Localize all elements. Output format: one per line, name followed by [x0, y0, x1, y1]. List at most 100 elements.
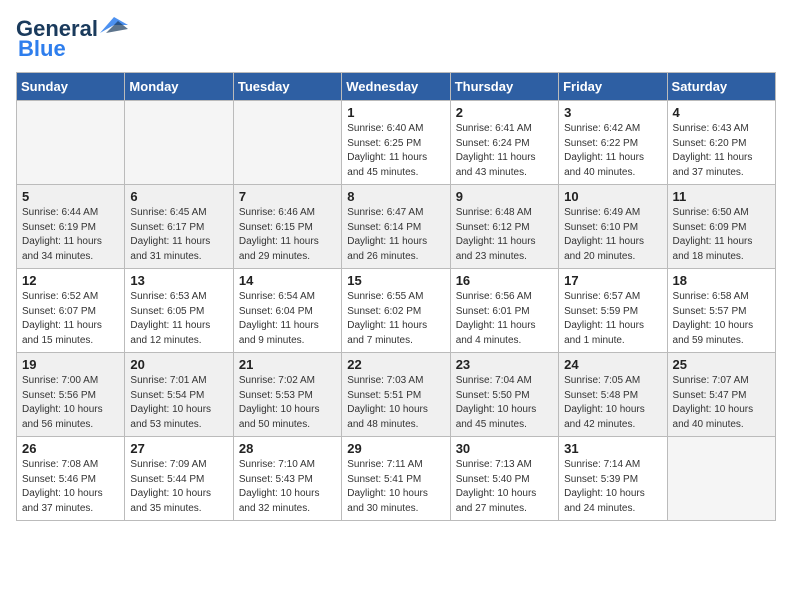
- calendar-week-row: 12 Sunrise: 6:52 AM Sunset: 6:07 PM Dayli…: [17, 269, 776, 353]
- calendar-cell: 21 Sunrise: 7:02 AM Sunset: 5:53 PM Dayli…: [233, 353, 341, 437]
- day-info: Sunrise: 7:09 AM Sunset: 5:44 PM Dayligh…: [130, 458, 227, 516]
- day-number: 9: [456, 189, 553, 204]
- calendar-cell: 13 Sunrise: 6:53 AM Sunset: 6:05 PM Dayli…: [125, 269, 233, 353]
- calendar-cell: 4Sunrise: 6:43 AM Sunset: 6:20 PM Daylig…: [667, 101, 775, 185]
- page-container: General Blue SundayMondayTuesdayWednesda…: [0, 0, 792, 531]
- column-header-monday: Monday: [125, 73, 233, 101]
- calendar-cell: [667, 437, 775, 521]
- column-header-thursday: Thursday: [450, 73, 558, 101]
- day-info: Sunrise: 7:02 AM Sunset: 5:53 PM Dayligh…: [239, 374, 336, 432]
- day-number: 19: [22, 357, 119, 372]
- day-number: 10: [564, 189, 661, 204]
- day-number: 13: [130, 273, 227, 288]
- day-info: Sunrise: 6:52 AM Sunset: 6:07 PM Dayligh…: [22, 290, 119, 348]
- calendar-cell: 29 Sunrise: 7:11 AM Sunset: 5:41 PM Dayli…: [342, 437, 450, 521]
- calendar-cell: 16 Sunrise: 6:56 AM Sunset: 6:01 PM Dayli…: [450, 269, 558, 353]
- day-number: 5: [22, 189, 119, 204]
- calendar-cell: 24Sunrise: 7:05 AM Sunset: 5:48 PM Dayli…: [559, 353, 667, 437]
- calendar-cell: 31Sunrise: 7:14 AM Sunset: 5:39 PM Dayli…: [559, 437, 667, 521]
- column-header-friday: Friday: [559, 73, 667, 101]
- day-number: 12: [22, 273, 119, 288]
- calendar-cell: 20 Sunrise: 7:01 AM Sunset: 5:54 PM Dayli…: [125, 353, 233, 437]
- calendar-cell: 8 Sunrise: 6:47 AM Sunset: 6:14 PM Daylig…: [342, 185, 450, 269]
- column-header-tuesday: Tuesday: [233, 73, 341, 101]
- day-number: 17: [564, 273, 661, 288]
- calendar-cell: 14Sunrise: 6:54 AM Sunset: 6:04 PM Dayli…: [233, 269, 341, 353]
- day-number: 23: [456, 357, 553, 372]
- calendar-cell: 25 Sunrise: 7:07 AM Sunset: 5:47 PM Dayli…: [667, 353, 775, 437]
- day-number: 22: [347, 357, 444, 372]
- day-info: Sunrise: 6:58 AM Sunset: 5:57 PM Dayligh…: [673, 290, 770, 348]
- day-info: Sunrise: 7:08 AM Sunset: 5:46 PM Dayligh…: [22, 458, 119, 516]
- day-number: 11: [673, 189, 770, 204]
- day-number: 31: [564, 441, 661, 456]
- day-number: 1: [347, 105, 444, 120]
- calendar-cell: [233, 101, 341, 185]
- day-number: 29: [347, 441, 444, 456]
- day-number: 25: [673, 357, 770, 372]
- calendar-cell: 10 Sunrise: 6:49 AM Sunset: 6:10 PM Dayli…: [559, 185, 667, 269]
- day-number: 7: [239, 189, 336, 204]
- day-number: 6: [130, 189, 227, 204]
- calendar-cell: 7 Sunrise: 6:46 AM Sunset: 6:15 PM Daylig…: [233, 185, 341, 269]
- calendar-cell: 27 Sunrise: 7:09 AM Sunset: 5:44 PM Dayli…: [125, 437, 233, 521]
- day-info: Sunrise: 6:41 AM Sunset: 6:24 PM Dayligh…: [456, 122, 553, 180]
- day-number: 4: [673, 105, 770, 120]
- day-info: Sunrise: 7:00 AM Sunset: 5:56 PM Dayligh…: [22, 374, 119, 432]
- day-info: Sunrise: 6:46 AM Sunset: 6:15 PM Dayligh…: [239, 206, 336, 264]
- calendar-cell: [125, 101, 233, 185]
- day-info: Sunrise: 6:42 AM Sunset: 6:22 PM Dayligh…: [564, 122, 661, 180]
- logo-blue: Blue: [18, 36, 66, 62]
- calendar-cell: 11 Sunrise: 6:50 AM Sunset: 6:09 PM Dayli…: [667, 185, 775, 269]
- calendar-cell: 1 Sunrise: 6:40 AM Sunset: 6:25 PM Daylig…: [342, 101, 450, 185]
- calendar-cell: 23 Sunrise: 7:04 AM Sunset: 5:50 PM Dayli…: [450, 353, 558, 437]
- day-info: Sunrise: 7:03 AM Sunset: 5:51 PM Dayligh…: [347, 374, 444, 432]
- day-info: Sunrise: 6:57 AM Sunset: 5:59 PM Dayligh…: [564, 290, 661, 348]
- day-number: 8: [347, 189, 444, 204]
- day-info: Sunrise: 6:50 AM Sunset: 6:09 PM Dayligh…: [673, 206, 770, 264]
- day-info: Sunrise: 6:47 AM Sunset: 6:14 PM Dayligh…: [347, 206, 444, 264]
- day-number: 15: [347, 273, 444, 288]
- calendar-week-row: 5 Sunrise: 6:44 AM Sunset: 6:19 PM Daylig…: [17, 185, 776, 269]
- day-info: Sunrise: 6:53 AM Sunset: 6:05 PM Dayligh…: [130, 290, 227, 348]
- calendar-week-row: 26 Sunrise: 7:08 AM Sunset: 5:46 PM Dayli…: [17, 437, 776, 521]
- day-info: Sunrise: 6:48 AM Sunset: 6:12 PM Dayligh…: [456, 206, 553, 264]
- day-info: Sunrise: 6:40 AM Sunset: 6:25 PM Dayligh…: [347, 122, 444, 180]
- day-number: 21: [239, 357, 336, 372]
- calendar-cell: 22 Sunrise: 7:03 AM Sunset: 5:51 PM Dayli…: [342, 353, 450, 437]
- day-number: 14: [239, 273, 336, 288]
- calendar-cell: 26 Sunrise: 7:08 AM Sunset: 5:46 PM Dayli…: [17, 437, 125, 521]
- day-number: 18: [673, 273, 770, 288]
- day-number: 27: [130, 441, 227, 456]
- calendar-cell: 2 Sunrise: 6:41 AM Sunset: 6:24 PM Daylig…: [450, 101, 558, 185]
- day-info: Sunrise: 7:11 AM Sunset: 5:41 PM Dayligh…: [347, 458, 444, 516]
- day-info: Sunrise: 6:45 AM Sunset: 6:17 PM Dayligh…: [130, 206, 227, 264]
- calendar-cell: 9 Sunrise: 6:48 AM Sunset: 6:12 PM Daylig…: [450, 185, 558, 269]
- calendar-cell: [17, 101, 125, 185]
- day-info: Sunrise: 6:49 AM Sunset: 6:10 PM Dayligh…: [564, 206, 661, 264]
- calendar-cell: 3 Sunrise: 6:42 AM Sunset: 6:22 PM Daylig…: [559, 101, 667, 185]
- day-info: Sunrise: 7:05 AM Sunset: 5:48 PM Dayligh…: [564, 374, 661, 432]
- day-number: 26: [22, 441, 119, 456]
- calendar-week-row: 19 Sunrise: 7:00 AM Sunset: 5:56 PM Dayli…: [17, 353, 776, 437]
- calendar-week-row: 1 Sunrise: 6:40 AM Sunset: 6:25 PM Daylig…: [17, 101, 776, 185]
- calendar-cell: 30Sunrise: 7:13 AM Sunset: 5:40 PM Dayli…: [450, 437, 558, 521]
- calendar-cell: 17 Sunrise: 6:57 AM Sunset: 5:59 PM Dayli…: [559, 269, 667, 353]
- day-info: Sunrise: 6:55 AM Sunset: 6:02 PM Dayligh…: [347, 290, 444, 348]
- day-info: Sunrise: 6:44 AM Sunset: 6:19 PM Dayligh…: [22, 206, 119, 264]
- logo: General Blue: [16, 16, 128, 62]
- day-info: Sunrise: 6:56 AM Sunset: 6:01 PM Dayligh…: [456, 290, 553, 348]
- header: General Blue: [16, 16, 776, 62]
- day-number: 3: [564, 105, 661, 120]
- calendar-cell: 15 Sunrise: 6:55 AM Sunset: 6:02 PM Dayli…: [342, 269, 450, 353]
- calendar-header-row: SundayMondayTuesdayWednesdayThursdayFrid…: [17, 73, 776, 101]
- calendar-cell: 6 Sunrise: 6:45 AM Sunset: 6:17 PM Daylig…: [125, 185, 233, 269]
- day-number: 20: [130, 357, 227, 372]
- day-number: 16: [456, 273, 553, 288]
- column-header-wednesday: Wednesday: [342, 73, 450, 101]
- day-number: 2: [456, 105, 553, 120]
- day-info: Sunrise: 7:07 AM Sunset: 5:47 PM Dayligh…: [673, 374, 770, 432]
- day-info: Sunrise: 7:04 AM Sunset: 5:50 PM Dayligh…: [456, 374, 553, 432]
- column-header-sunday: Sunday: [17, 73, 125, 101]
- day-info: Sunrise: 7:01 AM Sunset: 5:54 PM Dayligh…: [130, 374, 227, 432]
